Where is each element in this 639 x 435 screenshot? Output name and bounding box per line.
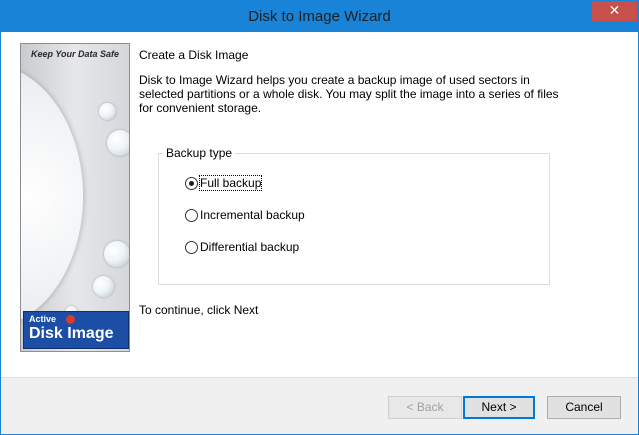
- title-bar[interactable]: Disk to Image Wizard ✕: [1, 1, 638, 32]
- radio-button[interactable]: [185, 241, 198, 254]
- close-icon: ✕: [608, 3, 621, 19]
- continue-hint: To continue, click Next: [139, 303, 259, 317]
- wizard-banner: Keep Your Data Safe Active Disk Image: [20, 43, 130, 352]
- page-description: Disk to Image Wizard helps you create a …: [139, 73, 559, 115]
- radio-label[interactable]: Incremental backup: [200, 208, 305, 222]
- page-heading: Create a Disk Image: [139, 48, 249, 62]
- logo-small-text: Active: [29, 314, 57, 324]
- radio-button[interactable]: [185, 209, 198, 222]
- bubble-graphic: [93, 276, 114, 297]
- banner-disc-graphic: [21, 64, 83, 328]
- wizard-content: Keep Your Data Safe Active Disk Image Cr…: [1, 32, 638, 377]
- bubble-graphic: [107, 130, 129, 156]
- wizard-window: Disk to Image Wizard ✕ Keep Your Data Sa…: [0, 0, 639, 435]
- radio-button[interactable]: [185, 177, 198, 190]
- bubble-graphic: [99, 103, 116, 120]
- next-button[interactable]: Next >: [463, 396, 535, 419]
- radio-selected-dot: [189, 181, 194, 186]
- radio-label[interactable]: Differential backup: [200, 240, 299, 254]
- logo-badge-icon: [66, 315, 75, 324]
- footer-divider: [1, 377, 638, 378]
- logo-big-text: Disk Image: [29, 325, 114, 342]
- close-button[interactable]: ✕: [592, 1, 637, 21]
- window-title: Disk to Image Wizard: [248, 8, 391, 25]
- cancel-button[interactable]: Cancel: [547, 396, 621, 419]
- back-button[interactable]: < Back: [388, 396, 462, 419]
- backup-type-legend: Backup type: [163, 146, 236, 160]
- banner-tagline: Keep Your Data Safe: [30, 49, 120, 59]
- product-logo: Active Disk Image: [23, 311, 129, 349]
- bubble-graphic: [104, 241, 129, 267]
- radio-label[interactable]: Full backup: [198, 175, 263, 191]
